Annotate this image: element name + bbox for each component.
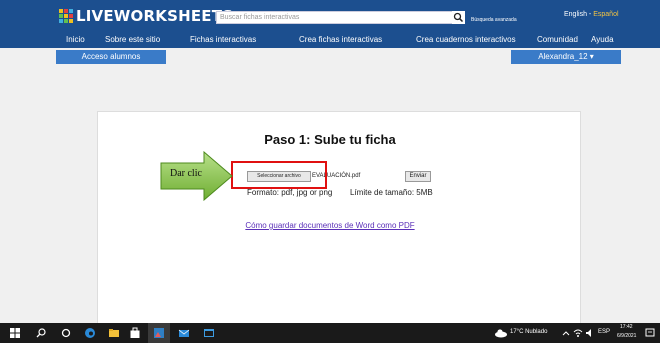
site-logo[interactable]: LIVEWORKSHEETS bbox=[59, 7, 233, 25]
page-title: Paso 1: Sube tu ficha bbox=[264, 132, 396, 147]
weather-text[interactable]: 17°C Nublado bbox=[510, 329, 547, 335]
nav-ayuda[interactable]: Ayuda bbox=[591, 35, 614, 44]
nav-comunidad[interactable]: Comunidad bbox=[537, 35, 578, 44]
store-icon[interactable] bbox=[129, 327, 141, 339]
mail-icon[interactable] bbox=[178, 327, 190, 339]
size-limit-info: Límite de tamaño: 5MB bbox=[350, 188, 433, 197]
user-menu-button[interactable]: Alexandra_12 ▾ bbox=[511, 50, 621, 64]
clock-time[interactable]: 17:42 bbox=[620, 324, 633, 330]
windows-start-icon[interactable] bbox=[9, 327, 21, 339]
logo-text: LIVEWORKSHEETS bbox=[76, 7, 234, 25]
nav-fichas-interactivas[interactable]: Fichas interactivas bbox=[190, 35, 256, 44]
lang-spanish[interactable]: Español bbox=[593, 11, 618, 18]
advanced-search-link[interactable]: Búsqueda avanzada bbox=[471, 17, 517, 23]
task-view-icon[interactable] bbox=[60, 327, 72, 339]
keyboard-language[interactable]: ESP bbox=[598, 329, 610, 335]
search-icon[interactable] bbox=[452, 11, 465, 24]
lang-english[interactable]: English bbox=[564, 11, 587, 18]
clock-date[interactable]: 6/9/2021 bbox=[617, 333, 636, 339]
volume-icon[interactable] bbox=[585, 327, 595, 339]
cloud-icon bbox=[495, 329, 507, 338]
search-icon[interactable] bbox=[35, 327, 47, 339]
file-explorer-icon[interactable] bbox=[108, 327, 120, 339]
students-access-button[interactable]: Acceso alumnos bbox=[56, 50, 166, 64]
nav-crea-cuadernos[interactable]: Crea cuadernos interactivos bbox=[416, 35, 516, 44]
pdf-help-link[interactable]: Cómo guardar documentos de Word como PDF bbox=[0, 221, 660, 230]
send-button[interactable]: Enviar bbox=[405, 171, 431, 182]
lang-separator: - bbox=[588, 11, 592, 18]
nav-sobre-este-sitio[interactable]: Sobre este sitio bbox=[105, 35, 160, 44]
wifi-icon[interactable] bbox=[573, 327, 583, 339]
nav-inicio[interactable]: Inicio bbox=[66, 35, 85, 44]
chevron-up-icon[interactable] bbox=[561, 327, 571, 339]
photos-icon[interactable] bbox=[153, 327, 165, 339]
logo-grid-icon bbox=[59, 9, 73, 23]
edge-icon[interactable] bbox=[84, 327, 96, 339]
app-window-icon[interactable] bbox=[203, 327, 215, 339]
arrow-label: Dar clic bbox=[170, 168, 202, 179]
nav-crea-fichas[interactable]: Crea fichas interactivas bbox=[299, 35, 382, 44]
highlight-box bbox=[231, 161, 327, 189]
search-input[interactable]: Buscar fichas interactivas bbox=[216, 11, 465, 24]
format-info: Formato: pdf, jpg or png bbox=[247, 188, 333, 197]
language-switcher[interactable]: English - Español bbox=[564, 11, 619, 18]
notification-icon[interactable] bbox=[645, 327, 655, 339]
